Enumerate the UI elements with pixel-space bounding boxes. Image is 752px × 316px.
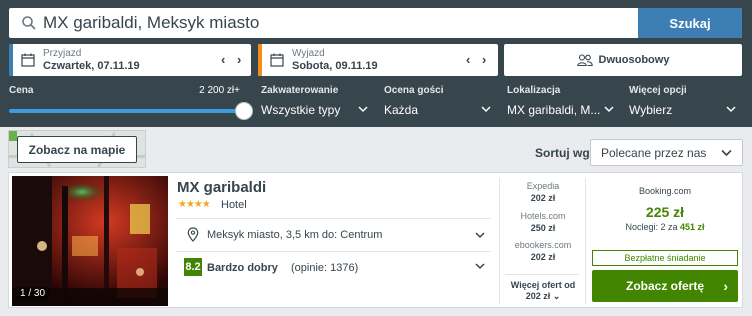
sort-select-value: Polecane przez nas xyxy=(601,146,707,160)
rating-score-badge: 8.2 xyxy=(184,258,202,276)
deal-site: Hotels.com xyxy=(520,211,566,221)
divider xyxy=(505,274,579,275)
view-deal-button[interactable]: Zobacz ofertę › xyxy=(592,270,738,302)
hotel-location[interactable]: Meksyk miasto, 3,5 km do: Centrum xyxy=(207,229,382,241)
checkin-prev-day-icon[interactable]: ‹ xyxy=(221,52,225,67)
checkin-label: Przyjazd xyxy=(43,48,82,59)
deal-site: ebookers.com xyxy=(514,240,572,250)
hotel-star-rating: ★★★★ xyxy=(178,199,211,210)
hotel-photo[interactable]: 1 / 30 xyxy=(12,176,168,306)
chevron-down-icon xyxy=(726,106,736,113)
price-slider-track[interactable] xyxy=(9,109,241,113)
hotel-type: Hotel xyxy=(221,199,247,211)
photo-counter: 1 / 30 xyxy=(16,287,50,300)
more-options-filter-label: Więcej opcji xyxy=(629,85,687,96)
deal-price: 250 zł xyxy=(530,223,556,233)
checkout-date-picker[interactable]: Wyjazd Sobota, 09.11.19 ‹ › xyxy=(258,44,498,76)
free-breakfast-badge: Bezpłatne śniadanie xyxy=(592,250,738,266)
deal-item[interactable]: Expedia 202 zł xyxy=(501,181,585,203)
checkin-value: Czwartek, 07.11.19 xyxy=(43,60,140,72)
map-area-marker xyxy=(9,131,17,141)
guests-icon xyxy=(576,54,593,66)
chevron-right-icon: › xyxy=(723,278,728,294)
sort-select[interactable]: Polecane przez nas xyxy=(590,139,743,166)
price-filter-label: Cena xyxy=(9,85,34,96)
location-filter-value: MX garibaldi, M... xyxy=(507,103,601,117)
more-options-filter-value: Wybierz xyxy=(629,103,673,117)
chevron-down-icon[interactable] xyxy=(475,231,485,239)
checkout-value: Sobota, 09.11.19 xyxy=(292,60,378,72)
guest-rating-filter-label: Ocena gości xyxy=(384,85,444,96)
chevron-down-icon xyxy=(481,106,491,113)
more-deals-button[interactable]: Więcej ofert od 202 zł ⌄ xyxy=(501,280,585,302)
more-deals-label: Więcej ofert od xyxy=(510,280,576,290)
deal-item[interactable]: Hotels.com 250 zł xyxy=(501,211,585,233)
chevron-down-icon[interactable] xyxy=(475,262,485,270)
search-icon xyxy=(22,16,36,30)
room-type-selector[interactable]: Dwuosobowy xyxy=(504,44,742,76)
deal-site: Expedia xyxy=(526,181,560,191)
divider xyxy=(176,218,491,219)
best-deal-site: Booking.com xyxy=(638,186,692,196)
more-deals-price: 202 zł ⌄ xyxy=(525,291,561,301)
more-options-filter[interactable]: Więcej opcji Wybierz xyxy=(629,85,736,121)
hotel-name[interactable]: MX garibaldi xyxy=(177,179,266,196)
checkout-label: Wyjazd xyxy=(292,48,325,59)
chevron-down-icon xyxy=(721,149,732,157)
calendar-icon xyxy=(270,53,284,67)
checkout-next-day-icon[interactable]: › xyxy=(482,52,486,67)
accommodation-filter-value: Wszystkie typy xyxy=(261,103,341,117)
price-filter: Cena 2 200 zł+ xyxy=(9,85,253,121)
calendar-icon xyxy=(21,53,35,67)
show-on-map-button[interactable]: Zobacz na mapie xyxy=(17,136,137,163)
search-bar: Szukaj xyxy=(9,8,742,38)
rating-word[interactable]: Bardzo dobry xyxy=(207,262,278,274)
search-header: Szukaj Przyjazd Czwartek, 07.11.19 ‹ › W… xyxy=(0,0,752,127)
price-slider-handle[interactable] xyxy=(235,102,253,120)
best-deal-price[interactable]: 225 zł xyxy=(592,204,738,220)
divider xyxy=(176,251,491,252)
guest-rating-filter-value: Każda xyxy=(384,103,419,117)
deal-price: 202 zł xyxy=(530,252,556,262)
map-preview[interactable]: Zobacz na mapie xyxy=(8,130,146,168)
search-button[interactable]: Szukaj xyxy=(638,8,742,38)
sort-label: Sortuj wg xyxy=(535,146,590,160)
guest-rating-filter[interactable]: Ocena gości Każda xyxy=(384,85,491,121)
price-filter-max: 2 200 zł+ xyxy=(199,85,240,96)
location-filter[interactable]: Lokalizacja MX garibaldi, M... xyxy=(507,85,614,121)
best-deal-nights-prefix: Noclegi: 2 za xyxy=(625,222,680,232)
best-deal-nights: Noclegi: 2 za 451 zł xyxy=(592,222,738,232)
checkin-accent xyxy=(9,44,13,76)
view-deal-label: Zobacz ofertę xyxy=(625,279,704,293)
deal-price: 202 zł xyxy=(530,193,556,203)
location-filter-label: Lokalizacja xyxy=(507,85,561,96)
search-input[interactable] xyxy=(43,8,633,38)
room-type-label: Dwuosobowy xyxy=(598,54,670,66)
rating-review-count[interactable]: (opinie: 1376) xyxy=(291,262,358,274)
chevron-down-icon xyxy=(604,106,614,113)
checkin-date-picker[interactable]: Przyjazd Czwartek, 07.11.19 ‹ › xyxy=(9,44,251,76)
accommodation-filter[interactable]: Zakwaterowanie Wszystkie typy xyxy=(261,85,368,121)
divider xyxy=(499,178,500,304)
divider xyxy=(585,178,586,304)
hotel-result-card: 1 / 30 MX garibaldi ★★★★ Hotel Meksyk mi… xyxy=(8,172,743,308)
checkout-prev-day-icon[interactable]: ‹ xyxy=(466,52,470,67)
checkin-next-day-icon[interactable]: › xyxy=(237,52,241,67)
location-pin-icon xyxy=(187,227,199,242)
accommodation-filter-label: Zakwaterowanie xyxy=(261,85,339,96)
checkout-accent xyxy=(258,44,262,76)
deal-item[interactable]: ebookers.com 202 zł xyxy=(501,240,585,262)
best-deal-nights-total: 451 zł xyxy=(680,222,705,232)
chevron-down-icon xyxy=(358,106,368,113)
